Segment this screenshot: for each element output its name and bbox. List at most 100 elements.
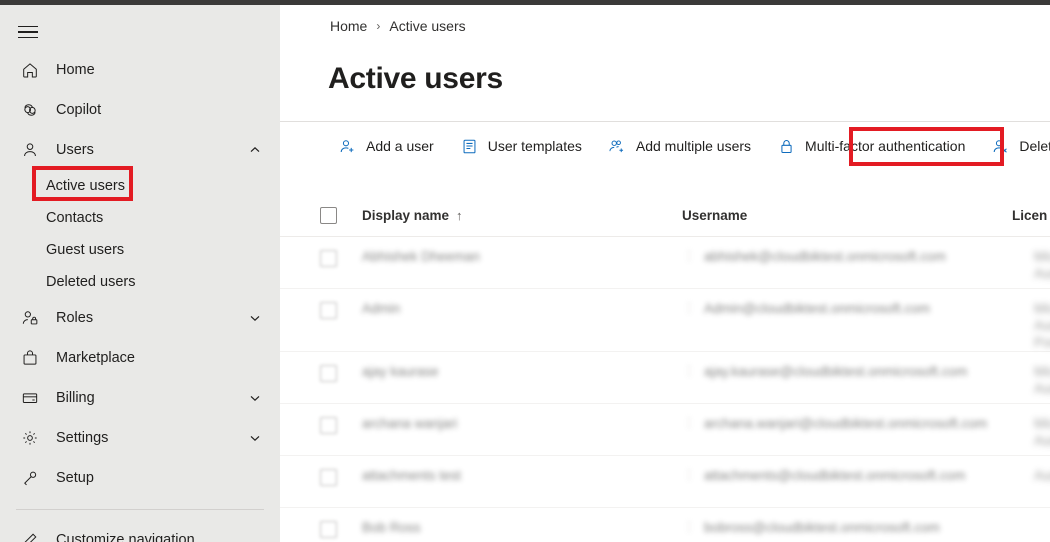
row-overflow-icon[interactable]: ⋮ xyxy=(682,363,696,379)
cell-display-name: ajay kaurase xyxy=(362,364,439,379)
hamburger-menu-icon[interactable] xyxy=(14,17,48,47)
license-item: Audio Conferencing xyxy=(1034,381,1050,396)
row-checkbox[interactable] xyxy=(320,521,337,538)
row-checkbox-cell xyxy=(320,300,362,319)
cell-licenses: Microsoft 365 Business Audio Conferencin… xyxy=(1034,363,1050,397)
page-title: Active users xyxy=(328,62,503,95)
table-row[interactable]: archana wanjari ⋮ archana.wanjari@cloudb… xyxy=(280,404,1050,456)
billing-icon xyxy=(18,386,42,410)
command-toolbar: Add a user User templates Add multiple u… xyxy=(328,129,1050,163)
row-checkbox[interactable] xyxy=(320,302,337,319)
cell-display-name: attachments test xyxy=(362,468,462,483)
sidebar-item-billing[interactable]: Billing xyxy=(0,378,280,418)
sidebar-item-marketplace[interactable]: Marketplace xyxy=(0,338,280,378)
chevron-down-icon[interactable] xyxy=(248,391,262,405)
main-content: Home › Active users Active users Add a u… xyxy=(280,5,1050,542)
command-label: User templates xyxy=(487,138,582,154)
sidebar-item-label: Customize navigation xyxy=(56,532,195,542)
sidebar-item-contacts[interactable]: Contacts xyxy=(0,202,280,234)
copilot-icon xyxy=(18,98,42,122)
cell-username: abhishek@cloudbiktest.onmicrosoft.com xyxy=(704,249,946,264)
cell-licenses: Microsoft 365 Business Audio Conferencin… xyxy=(1034,415,1050,449)
column-header-username[interactable]: Username xyxy=(682,208,1012,223)
user-templates-button[interactable]: User templates xyxy=(450,129,592,163)
sidebar-item-guest-users[interactable]: Guest users xyxy=(0,234,280,266)
table-row[interactable]: Admin ⋮ Admin@cloudbiktest.onmicrosoft.c… xyxy=(280,289,1050,352)
sidebar-subitem-label: Contacts xyxy=(46,210,104,226)
sidebar-item-label: Setup xyxy=(56,470,94,486)
chevron-down-icon[interactable] xyxy=(248,431,262,445)
sidebar-item-active-users[interactable]: Active users xyxy=(0,170,280,202)
sort-ascending-icon: ↑ xyxy=(456,208,463,223)
delete-user-icon xyxy=(991,137,1010,156)
sidebar-item-label: Home xyxy=(56,62,95,78)
sidebar-divider xyxy=(16,509,264,510)
select-all-checkbox[interactable] xyxy=(320,207,337,224)
row-checkbox-cell xyxy=(320,415,362,434)
row-overflow-icon[interactable]: ⋮ xyxy=(682,248,696,264)
multi-factor-authentication-button[interactable]: Multi-factor authentication xyxy=(767,129,975,163)
sidebar-subitem-label: Active users xyxy=(46,178,125,194)
license-item: Microsoft 365 Business xyxy=(1034,416,1050,431)
column-header-licenses[interactable]: Licen xyxy=(1012,208,1050,223)
breadcrumb-item-home[interactable]: Home xyxy=(330,18,367,34)
command-label: Add multiple users xyxy=(635,138,752,154)
table-row[interactable]: Abhishek Dheeman ⋮ abhishek@cloudbiktest… xyxy=(280,237,1050,289)
table-row[interactable]: Bob Ross ⋮ bobross@cloudbiktest.onmicros… xyxy=(280,508,1050,542)
row-checkbox-cell xyxy=(320,248,362,267)
cell-username: ajay.kaurase@cloudbiktest.onmicrosoft.co… xyxy=(704,364,968,379)
row-checkbox[interactable] xyxy=(320,250,337,267)
license-item: Audio Conferencing xyxy=(1034,266,1050,281)
sidebar-item-label: Settings xyxy=(56,430,109,446)
sidebar-item-settings[interactable]: Settings xyxy=(0,418,280,458)
cell-display-name: Admin xyxy=(362,301,401,316)
add-a-user-button[interactable]: Add a user xyxy=(328,129,444,163)
cell-licenses: Audio Conferencing xyxy=(1034,467,1050,484)
row-checkbox-cell xyxy=(320,363,362,382)
column-header-display-name[interactable]: Display name ↑ xyxy=(362,208,682,223)
cell-username: attachments@cloudbiktest.onmicrosoft.com xyxy=(704,468,966,483)
cell-licenses: Microsoft 365 Business Audio Conferencin… xyxy=(1034,248,1050,282)
sidebar-item-label: Billing xyxy=(56,390,95,406)
add-multiple-users-icon xyxy=(608,137,627,156)
sidebar-item-users[interactable]: Users xyxy=(0,130,280,170)
cell-username: Admin@cloudbiktest.onmicrosoft.com xyxy=(704,301,931,316)
app-window: Home Copilot Users Active users Contacts… xyxy=(0,0,1050,542)
select-all-checkbox-cell xyxy=(320,207,362,224)
sidebar-item-label: Users xyxy=(56,142,94,158)
license-item: Microsoft 365 Business xyxy=(1034,249,1050,264)
chevron-down-icon[interactable] xyxy=(248,311,262,325)
column-label: Licen xyxy=(1012,208,1048,223)
row-checkbox[interactable] xyxy=(320,417,337,434)
sidebar-item-customize-navigation[interactable]: Customize navigation xyxy=(0,520,280,542)
row-checkbox-cell xyxy=(320,519,362,538)
command-label: Multi-factor authentication xyxy=(805,138,966,154)
row-overflow-icon[interactable]: ⋮ xyxy=(682,467,696,483)
license-item: Microsoft 365 Business xyxy=(1034,301,1050,316)
users-table: Display name ↑ Username Licen Abhishek Dh… xyxy=(280,195,1050,542)
row-checkbox[interactable] xyxy=(320,365,337,382)
sidebar-item-label: Roles xyxy=(56,310,94,326)
table-row[interactable]: ajay kaurase ⋮ ajay.kaurase@cloudbiktest… xyxy=(280,352,1050,404)
sidebar-item-home[interactable]: Home xyxy=(0,50,280,90)
row-overflow-icon[interactable]: ⋮ xyxy=(682,519,696,535)
license-item: Audio Conferencing xyxy=(1034,433,1050,448)
table-row[interactable]: attachments test ⋮ attachments@cloudbikt… xyxy=(280,456,1050,508)
delete-a-user-button[interactable]: Delete a user xyxy=(981,129,1050,163)
sidebar-item-deleted-users[interactable]: Deleted users xyxy=(0,266,280,298)
add-user-icon xyxy=(338,137,357,156)
row-overflow-icon[interactable]: ⋮ xyxy=(682,300,696,316)
breadcrumb: Home › Active users xyxy=(330,18,466,34)
breadcrumb-item-active-users[interactable]: Active users xyxy=(389,18,465,34)
license-item: Audio Conferencing xyxy=(1034,318,1050,333)
setup-icon xyxy=(18,466,42,490)
sidebar-item-label: Marketplace xyxy=(56,350,135,366)
home-icon xyxy=(18,58,42,82)
sidebar-item-roles[interactable]: Roles xyxy=(0,298,280,338)
sidebar-item-setup[interactable]: Setup xyxy=(0,458,280,498)
row-checkbox[interactable] xyxy=(320,469,337,486)
row-overflow-icon[interactable]: ⋮ xyxy=(682,415,696,431)
add-multiple-users-button[interactable]: Add multiple users xyxy=(598,129,761,163)
sidebar-item-copilot[interactable]: Copilot xyxy=(0,90,280,130)
chevron-up-icon[interactable] xyxy=(248,143,262,157)
